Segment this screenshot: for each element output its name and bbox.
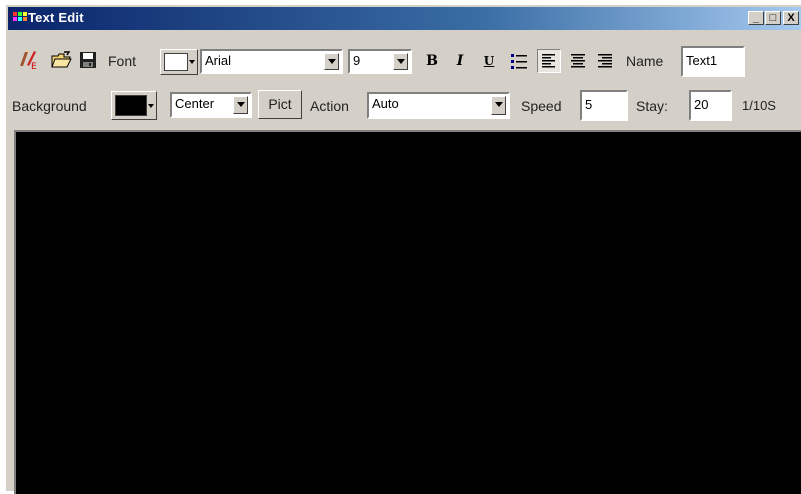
effects-toolbar: Background Center Pict Action Auto Speed… <box>8 84 801 121</box>
align-left-icon[interactable] <box>537 49 561 73</box>
action-dropdown-button[interactable] <box>491 96 506 115</box>
bold-button[interactable]: B <box>421 50 443 72</box>
align-right-icon[interactable] <box>594 50 616 72</box>
close-button[interactable]: X <box>783 11 799 25</box>
chevron-down-icon <box>189 60 195 64</box>
name-input[interactable]: Text1 <box>681 46 745 77</box>
text-edit-icon[interactable]: E <box>17 48 39 70</box>
speed-input[interactable]: 5 <box>580 90 628 121</box>
stay-input[interactable]: 20 <box>689 90 732 121</box>
background-label: Background <box>12 98 87 114</box>
maximize-button[interactable]: □ <box>765 11 781 25</box>
pict-button[interactable]: Pict <box>258 90 302 119</box>
background-color-swatch <box>115 95 147 116</box>
font-size-select[interactable]: 9 <box>348 49 412 74</box>
font-size-dropdown-button[interactable] <box>393 53 408 70</box>
underline-button[interactable]: U <box>478 50 500 72</box>
window-title: Text Edit <box>28 10 84 25</box>
title-bar[interactable]: Text Edit _ □ X <box>8 7 801 30</box>
alignment-select[interactable]: Center <box>170 92 252 118</box>
action-select[interactable]: Auto <box>367 92 510 119</box>
align-center-icon[interactable] <box>567 50 589 72</box>
action-label: Action <box>310 98 349 114</box>
font-label: Font <box>108 53 137 69</box>
open-folder-icon[interactable] <box>50 49 72 71</box>
font-size-value: 9 <box>353 53 361 68</box>
speed-label: Speed <box>521 98 562 114</box>
font-color-picker[interactable] <box>160 49 198 75</box>
font-family-value: Arial <box>205 53 232 68</box>
bullet-list-icon[interactable] <box>508 50 530 72</box>
font-family-dropdown-button[interactable] <box>324 53 339 70</box>
background-color-picker[interactable] <box>111 91 157 120</box>
minimize-button[interactable]: _ <box>748 11 764 25</box>
text-edit-window: Text Edit _ □ X E Font Arial 9 B I U Nam… <box>4 3 801 494</box>
svg-text:E: E <box>31 62 37 70</box>
formatting-toolbar: E Font Arial 9 B I U Name Text1 <box>8 44 801 80</box>
stay-unit-label: 1/10S <box>742 98 776 113</box>
action-value: Auto <box>372 96 399 111</box>
stay-label: Stay: <box>636 98 668 114</box>
font-color-swatch <box>164 53 188 71</box>
save-icon[interactable] <box>77 49 99 71</box>
font-family-select[interactable]: Arial <box>200 49 343 74</box>
app-icon <box>13 12 27 21</box>
name-label: Name <box>626 53 664 69</box>
italic-button[interactable]: I <box>449 50 471 72</box>
alignment-dropdown-button[interactable] <box>233 96 248 114</box>
text-canvas[interactable] <box>14 130 801 494</box>
chevron-down-icon <box>148 104 154 108</box>
alignment-value: Center <box>175 96 215 111</box>
